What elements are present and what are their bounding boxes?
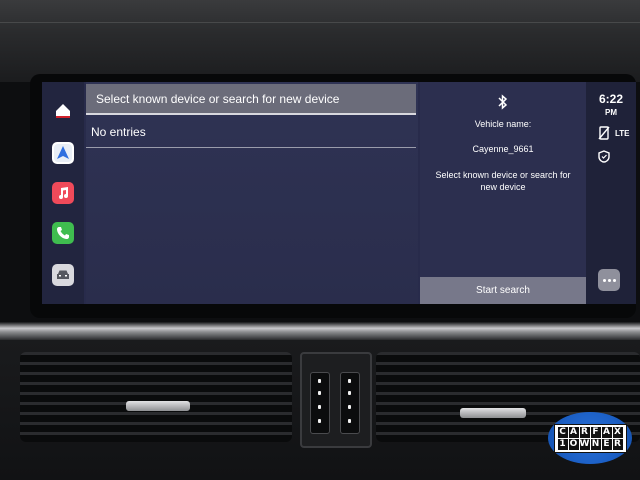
badge-letter: 1: [557, 438, 568, 450]
car-icon: [57, 270, 69, 279]
badge-letter: E: [601, 438, 612, 450]
left-switch[interactable]: [310, 372, 330, 434]
left-air-vent: [20, 352, 292, 442]
clock-ampm: PM: [605, 108, 617, 117]
shield-icon: [598, 150, 610, 163]
chrome-trim: [0, 322, 640, 340]
status-bar: 6:22 PM LTE: [586, 82, 636, 304]
badge-letter: X: [612, 426, 623, 438]
app-dock: [42, 82, 84, 304]
bluetooth-info-panel: Vehicle name: Cayenne_9661 Select known …: [420, 82, 586, 304]
phone-icon: [57, 227, 69, 239]
badge-letter: R: [579, 426, 590, 438]
vehicle-name-label: Vehicle name:: [474, 119, 532, 129]
carfax-line2: 1OWNER: [557, 438, 623, 450]
badge-letter: R: [612, 438, 623, 450]
hazard-switch-unit: [300, 352, 372, 448]
carfax-line1: CARFAX: [557, 426, 623, 438]
right-switch[interactable]: [340, 372, 360, 434]
badge-letter: W: [579, 438, 590, 450]
dashboard-top: [0, 0, 640, 82]
more-button[interactable]: [598, 269, 620, 291]
home-button[interactable]: [52, 100, 74, 122]
start-search-button[interactable]: Start search: [420, 277, 586, 304]
badge-letter: O: [568, 438, 579, 450]
device-list-header[interactable]: Select known device or search for new de…: [86, 84, 416, 115]
network-type: LTE: [615, 129, 630, 138]
clock-time: 6:22: [598, 92, 624, 106]
navigation-button[interactable]: [52, 142, 74, 164]
more-icon: [602, 278, 606, 282]
badge-letter: A: [601, 426, 612, 438]
badge-letter: A: [568, 426, 579, 438]
infotainment-screen: Select known device or search for new de…: [42, 82, 636, 304]
device-list-panel: Select known device or search for new de…: [86, 82, 418, 304]
home-icon: [56, 104, 70, 118]
list-item: No entries: [86, 120, 416, 148]
phone-button[interactable]: [52, 222, 74, 244]
right-vent-handle[interactable]: [460, 408, 526, 418]
bluetooth-icon: [498, 94, 508, 110]
vehicle-name: Cayenne_9661: [472, 144, 534, 154]
carfax-badge: CARFAX 1OWNER: [548, 412, 632, 464]
car-button[interactable]: [52, 264, 74, 286]
badge-letter: F: [590, 426, 601, 438]
music-button[interactable]: [52, 182, 74, 204]
badge-letter: N: [590, 438, 601, 450]
navigation-icon: [54, 144, 72, 162]
instruction-text: Select known device or search for new de…: [435, 170, 571, 192]
badge-letter: C: [557, 426, 568, 438]
music-icon: [59, 187, 68, 199]
no-phone-icon: [598, 126, 610, 140]
left-vent-handle[interactable]: [126, 401, 190, 411]
